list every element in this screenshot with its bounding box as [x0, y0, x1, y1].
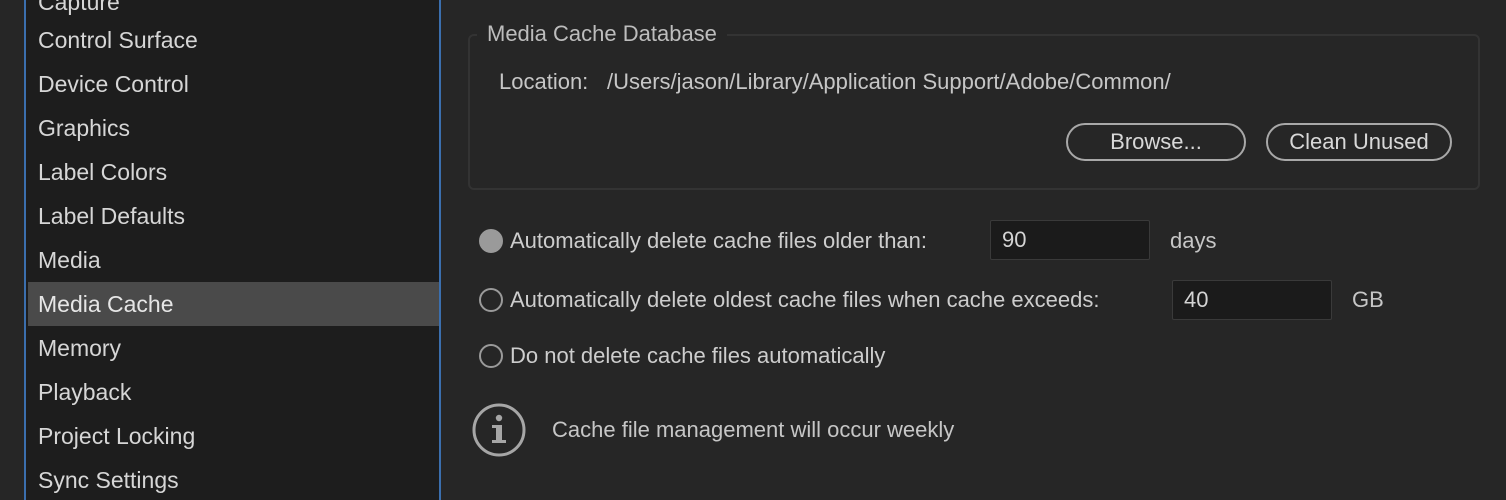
sidebar-item-device-control[interactable]: Device Control: [28, 62, 439, 106]
browse-button[interactable]: Browse...: [1066, 123, 1246, 161]
info-icon: [472, 403, 526, 457]
gb-input[interactable]: 40: [1172, 280, 1332, 320]
days-input[interactable]: 90: [990, 220, 1150, 260]
delete-when-exceeds-label: Automatically delete oldest cache files …: [510, 287, 1100, 312]
media-cache-panel: Media Cache Database Location: /Users/ja…: [443, 0, 1506, 500]
gb-unit: GB: [1352, 287, 1384, 312]
info-text: Cache file management will occur weekly: [552, 417, 955, 442]
location-label: Location:: [499, 69, 589, 94]
days-unit: days: [1170, 228, 1217, 253]
preferences-sidebar: Capture Control Surface Device Control G…: [24, 0, 441, 500]
sidebar-item-playback[interactable]: Playback: [28, 370, 439, 414]
sidebar-item-control-surface[interactable]: Control Surface: [28, 18, 439, 62]
sidebar-item-project-locking[interactable]: Project Locking: [28, 414, 439, 458]
do-not-delete-label: Do not delete cache files automatically: [510, 343, 886, 368]
sidebar-item-memory[interactable]: Memory: [28, 326, 439, 370]
radio-delete-when-exceeds[interactable]: [479, 288, 503, 312]
delete-older-than-label: Automatically delete cache files older t…: [510, 228, 928, 253]
clean-unused-button[interactable]: Clean Unused: [1266, 123, 1452, 161]
sidebar-item-media-cache[interactable]: Media Cache: [28, 282, 439, 326]
location-path: /Users/jason/Library/Application Support…: [607, 69, 1171, 94]
sidebar-item-media[interactable]: Media: [28, 238, 439, 282]
sidebar-item-label-defaults[interactable]: Label Defaults: [28, 194, 439, 238]
sidebar-item-graphics[interactable]: Graphics: [28, 106, 439, 150]
media-cache-database-group: [468, 34, 1480, 190]
media-cache-database-title: Media Cache Database: [477, 19, 727, 49]
sidebar-item-label-colors[interactable]: Label Colors: [28, 150, 439, 194]
radio-do-not-delete[interactable]: [479, 344, 503, 368]
radio-delete-older-than[interactable]: [479, 229, 503, 253]
sidebar-item-sync-settings[interactable]: Sync Settings: [28, 458, 439, 500]
